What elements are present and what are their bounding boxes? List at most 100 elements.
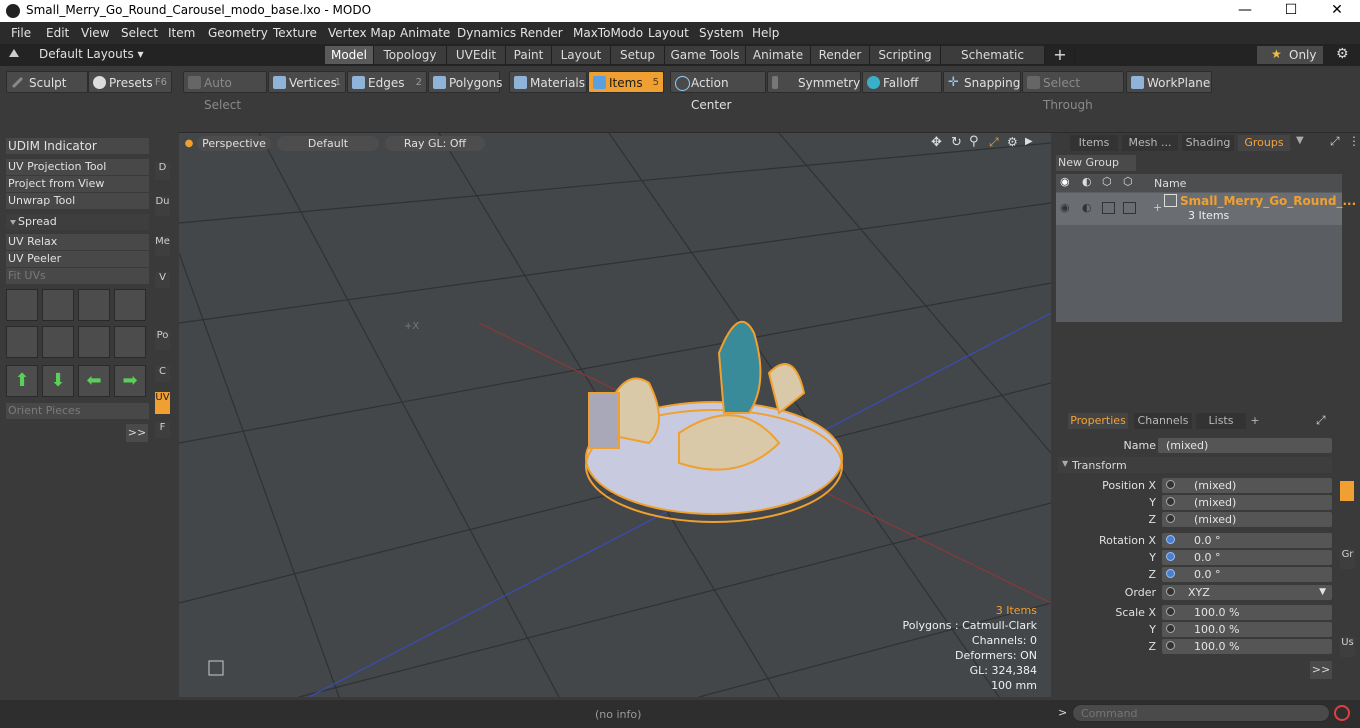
fit-view-icon[interactable]: ⤢	[989, 135, 999, 150]
menu-dynamics[interactable]: Dynamics	[457, 26, 516, 40]
tab-mesh[interactable]: Mesh ...	[1122, 135, 1178, 151]
radio-icon[interactable]	[1166, 569, 1175, 578]
raygl-button[interactable]: Ray GL: Off	[385, 136, 485, 151]
edges-button[interactable]: Edges 2	[347, 71, 427, 93]
radio-icon[interactable]	[1166, 552, 1175, 561]
vtab-du[interactable]: Du	[155, 196, 170, 216]
row-eye-icon[interactable]: ◉	[1060, 201, 1070, 214]
gear-icon[interactable]: ⚙	[1336, 46, 1349, 62]
tab-animate[interactable]: Animate	[746, 46, 811, 64]
move-view-icon[interactable]: ✥	[931, 135, 942, 150]
polygons-button[interactable]: Polygons	[428, 71, 502, 93]
snapping-button[interactable]: ✛ Snapping	[943, 71, 1021, 93]
menu-file[interactable]: File	[11, 26, 31, 40]
menu-help[interactable]: Help	[752, 26, 779, 40]
arrow-left-icon[interactable]: ⬅	[78, 365, 110, 397]
properties-more-button[interactable]: >>	[1310, 661, 1332, 679]
tab-render[interactable]: Render	[811, 46, 870, 64]
uv-taper-icon[interactable]	[78, 326, 110, 358]
default-shading-button[interactable]: Default	[277, 136, 379, 151]
udim-indicator-button[interactable]: UDIM Indicator	[6, 138, 149, 154]
radio-icon[interactable]	[1166, 624, 1175, 633]
unwrap-tool-button[interactable]: Unwrap Tool	[6, 193, 149, 209]
materials-button[interactable]: Materials	[509, 71, 587, 93]
new-group-button[interactable]: New Group	[1056, 155, 1136, 171]
rotate-view-icon[interactable]: ↻	[951, 135, 962, 150]
symmetry-button[interactable]: Symmetry	[767, 71, 861, 93]
viewport-expand-icon[interactable]: ▶	[1025, 136, 1033, 147]
order-select[interactable]: XYZ ▼	[1162, 585, 1332, 600]
vtab-f[interactable]: F	[155, 422, 170, 438]
tab-uvedit[interactable]: UVEdit	[447, 46, 506, 64]
scale-z-field[interactable]: 100.0 %	[1162, 639, 1332, 654]
arrow-right-icon[interactable]: ➡	[114, 365, 146, 397]
vtab-d[interactable]: D	[155, 162, 170, 180]
transform-section[interactable]: ▼ Transform	[1058, 457, 1332, 473]
sculpt-button[interactable]: Sculpt	[6, 71, 88, 93]
workplane-button[interactable]: WorkPlane	[1126, 71, 1212, 93]
arrow-down-icon[interactable]: ⬇	[42, 365, 74, 397]
groups-more-icon[interactable]: ⋮	[1348, 134, 1360, 148]
project-from-view-button[interactable]: Project from View	[6, 176, 149, 192]
uv-cube-icon[interactable]	[6, 326, 38, 358]
record-icon[interactable]	[1334, 705, 1350, 721]
menu-edit[interactable]: Edit	[46, 26, 69, 40]
vtab-uv[interactable]: UV	[155, 392, 170, 414]
uv-box-icon[interactable]	[114, 289, 146, 321]
tab-paint[interactable]: Paint	[506, 46, 552, 64]
tab-channels[interactable]: Channels	[1134, 413, 1192, 429]
radio-icon[interactable]	[1166, 587, 1175, 596]
menu-texture[interactable]: Texture	[273, 26, 317, 40]
menu-animate[interactable]: Animate	[400, 26, 450, 40]
vtab-me[interactable]: Me	[155, 236, 170, 256]
tab-lists[interactable]: Lists	[1196, 413, 1246, 429]
row-select-checkbox[interactable]	[1123, 202, 1136, 214]
menu-maxtomodo[interactable]: MaxToModo	[573, 26, 643, 40]
tab-items[interactable]: Items	[1070, 135, 1118, 151]
properties-expand-icon[interactable]: ⤢	[1316, 413, 1326, 428]
tab-shading[interactable]: Shading	[1182, 135, 1234, 151]
add-properties-tab[interactable]: +	[1248, 413, 1262, 429]
orient-pieces-button[interactable]: Orient Pieces	[6, 403, 149, 419]
vtab-gr[interactable]: Gr	[1340, 549, 1355, 569]
menu-layout[interactable]: Layout	[648, 26, 689, 40]
tab-groups[interactable]: Groups	[1238, 135, 1290, 151]
position-y-field[interactable]: (mixed)	[1162, 495, 1332, 510]
perspective-button[interactable]: Perspective	[197, 136, 271, 151]
vtab-us[interactable]: Us	[1340, 637, 1355, 657]
uv-sphere-icon[interactable]	[114, 326, 146, 358]
properties-scroll-handle[interactable]	[1340, 481, 1354, 501]
menu-select[interactable]: Select	[121, 26, 158, 40]
only-toggle[interactable]: ★ Only	[1257, 46, 1323, 64]
layout-selector[interactable]: Default Layouts ▾	[39, 47, 144, 61]
tab-game-tools[interactable]: Game Tools	[665, 46, 746, 64]
arrow-up-icon[interactable]: ⬆	[6, 365, 38, 397]
uv-relax-button[interactable]: UV Relax	[6, 234, 149, 250]
command-input[interactable]	[1072, 704, 1330, 722]
group-row[interactable]: ◉ ◐ + Small_Merry_Go_Round_... 3 Items	[1056, 193, 1356, 225]
viewport-dot-icon[interactable]: ●	[183, 136, 195, 151]
scale-y-field[interactable]: 100.0 %	[1162, 622, 1332, 637]
groups-expand-icon[interactable]: ⤢	[1330, 134, 1340, 149]
radio-icon[interactable]	[1166, 497, 1175, 506]
presets-button[interactable]: Presets F6	[88, 71, 172, 93]
rotation-z-field[interactable]: 0.0 °	[1162, 567, 1332, 582]
menu-system[interactable]: System	[699, 26, 744, 40]
expand-plus-icon[interactable]: +	[1153, 201, 1162, 214]
name-column-header[interactable]: Name	[1154, 177, 1186, 190]
groups-dropdown-icon[interactable]: ▼	[1296, 135, 1304, 146]
minimize-button[interactable]: —	[1222, 0, 1268, 22]
viewport-settings-icon[interactable]: ⚙	[1007, 135, 1018, 149]
tab-schematic-fusion[interactable]: Schematic Fusion	[941, 46, 1045, 80]
action-center-button[interactable]: Action Center	[670, 71, 766, 112]
zoom-view-icon[interactable]: ⚲	[969, 134, 979, 149]
falloff-button[interactable]: Falloff	[862, 71, 942, 93]
uv-transform-icon[interactable]	[6, 289, 38, 321]
position-z-field[interactable]: (mixed)	[1162, 512, 1332, 527]
items-button[interactable]: Items 5	[588, 71, 664, 93]
tab-layout[interactable]: Layout	[552, 46, 611, 64]
tab-topology[interactable]: Topology	[374, 46, 447, 64]
add-tab-button[interactable]: +	[1046, 46, 1075, 64]
maximize-button[interactable]: ☐	[1268, 0, 1314, 22]
menu-view[interactable]: View	[81, 26, 109, 40]
